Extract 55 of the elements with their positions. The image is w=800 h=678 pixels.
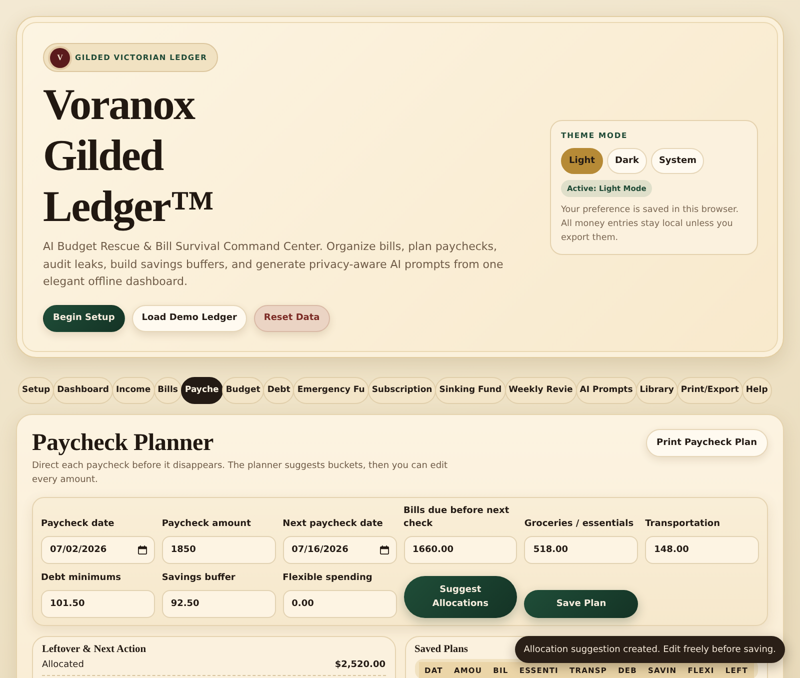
nav-tab[interactable]: Setup <box>18 376 54 404</box>
card-title: Leftover & Next Action <box>42 642 146 656</box>
nav-tab[interactable]: Bills <box>154 376 182 404</box>
print-plan-button[interactable]: Print Paycheck Plan <box>646 428 768 456</box>
calendar-icon <box>138 544 147 554</box>
nav-tab[interactable]: Debt <box>263 376 294 404</box>
input-field[interactable]: 1850 <box>162 536 276 564</box>
nav-tab[interactable]: Print/Export <box>676 376 743 404</box>
field-label: Transportation <box>645 518 721 530</box>
nav-tab[interactable]: Emergency Fu <box>293 376 369 404</box>
field-label: Debt minimums <box>41 572 122 584</box>
nav-tab[interactable]: Income <box>112 376 155 404</box>
nav-tab[interactable]: AI Prompts <box>576 376 637 404</box>
field-label: Bills due before next check <box>404 504 510 530</box>
toast-notification: Allocation suggestion created. Edit freely before saving. <box>514 636 785 663</box>
input-field[interactable]: 101.50 <box>41 590 155 618</box>
field-label: Savings buffer <box>162 572 236 584</box>
field-label: Paycheck amount <box>162 518 252 530</box>
app-description: AI Budget Rescue & Bill Survival Command Center. Organize bills, plan paychecks, audit leaks, build savings buffers, and generate privacy-aware AI prompts from one elegant offline dashboard. <box>43 239 504 290</box>
date-field[interactable]: 07/02/2026 <box>41 536 155 564</box>
nav-tab[interactable]: Budget <box>222 376 264 404</box>
nav-tab[interactable]: Dashboard <box>53 376 113 404</box>
nav-tab[interactable]: Help <box>742 376 772 404</box>
input-field[interactable]: 1660.00 <box>404 536 518 564</box>
planner-title: Paycheck Planner <box>32 428 214 456</box>
date-field[interactable]: 07/16/2026 <box>282 536 396 564</box>
summary-label: Allocated <box>42 660 84 670</box>
nav-tab[interactable]: Weekly Revie <box>504 376 577 404</box>
theme-option[interactable]: System <box>650 148 704 174</box>
hero-action-button[interactable]: Load Demo Ledger <box>132 304 247 332</box>
field-label: Groceries / essentials <box>524 518 635 530</box>
calendar-icon <box>380 544 388 554</box>
planner-action-button[interactable]: Suggest Allocations <box>404 576 518 618</box>
field-label: Paycheck date <box>41 518 116 530</box>
planner-subtitle: Direct each paycheck before it disappears. The planner suggests buckets, then you can edit every amount. <box>32 460 449 486</box>
input-field[interactable]: 148.00 <box>645 536 759 564</box>
nav-tab[interactable]: Library <box>636 376 678 404</box>
nav-tab[interactable]: Subscription <box>368 376 436 404</box>
field-label: Next paycheck date <box>282 518 384 530</box>
hero-action-button[interactable]: Reset Data <box>254 304 330 332</box>
input-field[interactable]: 518.00 <box>524 536 638 564</box>
field-label: Flexible spending <box>282 572 374 584</box>
summary-amount: $2,520.00 <box>334 660 386 670</box>
app-title: Voranox Gilded Ledger™ <box>43 79 214 232</box>
nav-tab[interactable]: Sinking Fund <box>435 376 506 404</box>
input-field[interactable]: 0.00 <box>282 590 396 618</box>
input-field[interactable]: 92.50 <box>162 590 276 618</box>
theme-option[interactable]: Light <box>561 148 603 174</box>
hero-action-button[interactable]: Begin Setup <box>43 304 125 332</box>
nav-tab[interactable]: Payche <box>180 376 223 404</box>
theme-note: Your preference is saved in this browser. All money entries stay local unless you export them. <box>561 204 740 245</box>
monogram-seal: V <box>50 48 70 68</box>
card-title: Saved Plans <box>414 642 468 656</box>
planner-action-button[interactable]: Save Plan <box>524 590 638 618</box>
theme-option[interactable]: Dark <box>606 148 647 174</box>
